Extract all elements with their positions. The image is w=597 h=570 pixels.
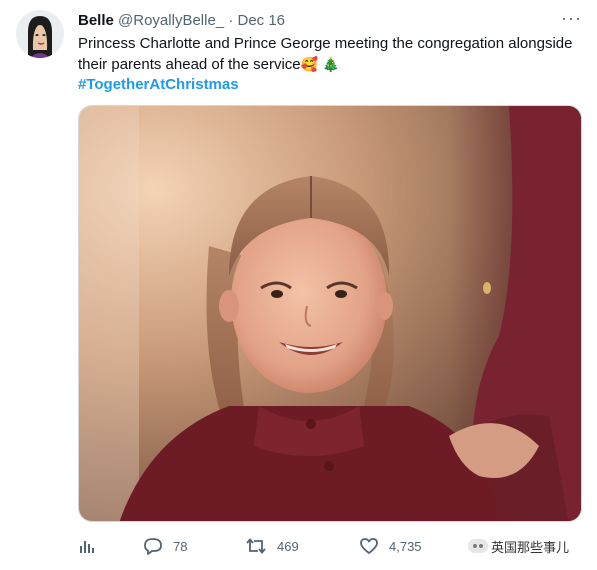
separator-dot: · [228, 12, 234, 29]
display-name[interactable]: Belle [78, 12, 114, 29]
watermark-text: 英国那些事儿 [491, 539, 570, 555]
photo-illustration [79, 106, 581, 521]
avatar-illustration [16, 10, 64, 58]
watermark: 英国那些事儿 [468, 534, 569, 558]
tweet-date[interactable]: Dec 16 [237, 12, 285, 29]
analytics-icon [80, 541, 94, 553]
more-icon[interactable]: ··· [561, 9, 581, 30]
like-icon [360, 538, 378, 554]
reply-count: 78 [173, 538, 188, 554]
tweet-text-line-2-text: their parents ahead of the service [78, 56, 301, 73]
tweet-text-line-1: Princess Charlotte and Prince George mee… [78, 35, 573, 52]
retweet-button[interactable]: 469 [245, 534, 299, 558]
tweet-text: Princess Charlotte and Prince George mee… [78, 34, 578, 95]
tweet: Belle @RoyallyBelle_ · Dec 16 ··· Prince… [0, 0, 597, 570]
analytics-button[interactable] [78, 534, 96, 558]
tweet-header: Belle @RoyallyBelle_ · Dec 16 [78, 11, 285, 31]
like-count: 4,735 [389, 538, 422, 554]
like-button[interactable]: 4,735 [359, 534, 422, 558]
wechat-logo [468, 539, 488, 553]
retweet-count: 469 [277, 538, 299, 554]
reply-button[interactable]: 78 [143, 534, 187, 558]
user-handle[interactable]: @RoyallyBelle_ [118, 12, 224, 29]
tweet-text-line-2: their parents ahead of the service🥰 🎄 [78, 54, 578, 75]
avatar[interactable] [16, 10, 64, 58]
retweet-icon [246, 538, 266, 554]
smiling-face-with-hearts-emoji: 🥰 [300, 56, 319, 72]
hashtag-link[interactable]: #TogetherAtChristmas [78, 75, 578, 95]
tweet-media-image[interactable] [78, 105, 582, 522]
reply-icon [144, 538, 162, 555]
christmas-tree-emoji: 🎄 [322, 56, 340, 72]
